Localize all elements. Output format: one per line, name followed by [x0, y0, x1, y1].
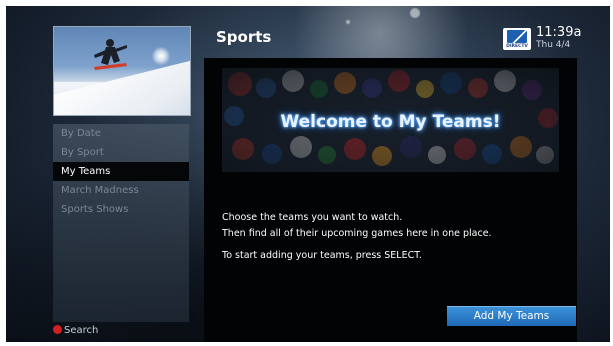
tv-screen: By Date By Sport My Teams March Madness …	[6, 6, 610, 342]
menu-item-by-date[interactable]: By Date	[53, 124, 189, 143]
lens-flare	[346, 20, 350, 24]
instruction-line-1: Choose the teams you want to watch.	[222, 212, 403, 223]
menu-item-sports-shows[interactable]: Sports Shows	[53, 200, 189, 219]
menu-item-by-sport[interactable]: By Sport	[53, 143, 189, 162]
page-title: Sports	[216, 28, 272, 46]
instruction-line-2: Then find all of their upcoming games he…	[222, 228, 492, 239]
snowboarder-icon	[94, 39, 127, 70]
clock-date: Thu 4/4	[536, 40, 571, 50]
banner-title: Welcome to My Teams!	[280, 112, 501, 132]
menu-item-march-madness[interactable]: March Madness	[53, 181, 189, 200]
welcome-banner: Welcome to My Teams!	[222, 68, 559, 172]
sports-thumbnail	[53, 26, 191, 116]
red-dot-icon	[53, 325, 62, 334]
menu-item-my-teams[interactable]: My Teams	[53, 162, 189, 181]
directv-logo: DIRECTV	[503, 28, 531, 50]
logo-text: DIRECTV	[506, 44, 528, 49]
add-my-teams-button[interactable]: Add My Teams	[447, 306, 576, 326]
instruction-line-3: To start adding your teams, press SELECT…	[222, 250, 422, 261]
logo-swoosh-icon	[507, 30, 527, 43]
sports-menu: By Date By Sport My Teams March Madness …	[53, 124, 189, 322]
clock-time: 11:39a	[536, 25, 582, 40]
search-button[interactable]: Search	[53, 324, 98, 338]
content-panel: Welcome to My Teams! Choose the teams yo…	[204, 58, 577, 342]
search-label: Search	[64, 325, 99, 336]
lens-flare	[410, 8, 420, 18]
